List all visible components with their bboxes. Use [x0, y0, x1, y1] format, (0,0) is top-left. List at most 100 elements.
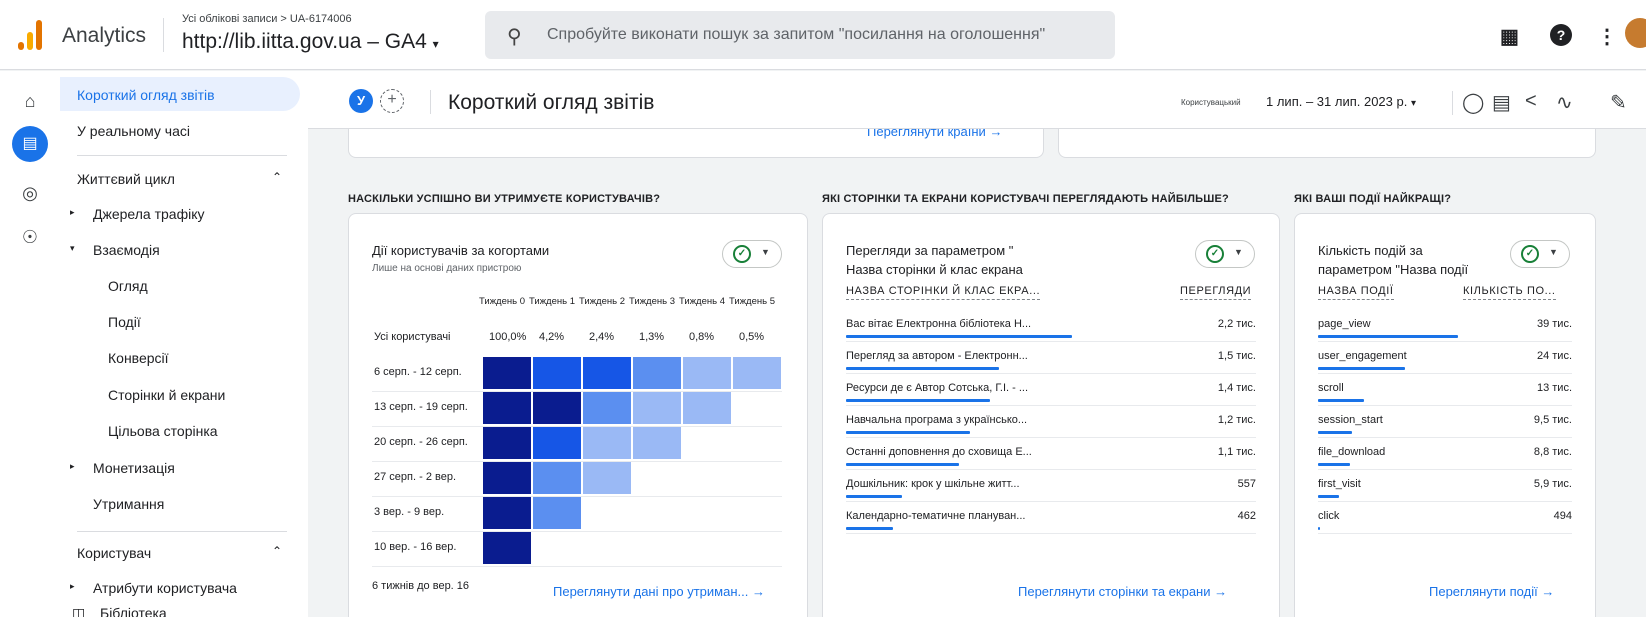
- cohort-cell[interactable]: [633, 392, 681, 424]
- row-share-bar: [846, 527, 894, 530]
- cohort-cell[interactable]: [483, 357, 531, 389]
- sidebar-item-landing-page[interactable]: Цільова сторінка: [108, 423, 218, 439]
- cohort-cell[interactable]: [533, 427, 581, 459]
- table-row[interactable]: Перегляд за автором - Електронн... 1,5 ти…: [846, 342, 1256, 374]
- account-breadcrumb[interactable]: Усі облікові записи > UA-6174006: [182, 13, 352, 25]
- expand-arrow-icon[interactable]: ▸: [70, 581, 75, 592]
- cohort-cell[interactable]: [533, 497, 581, 529]
- chevron-up-icon[interactable]: ⌃: [272, 544, 282, 558]
- row-value: 1,4 тис.: [1217, 382, 1256, 394]
- cohort-cell[interactable]: [483, 427, 531, 459]
- sidebar-item-library[interactable]: Бібліотека: [100, 605, 167, 617]
- advertising-icon[interactable]: ☉: [16, 223, 44, 251]
- search-bar[interactable]: ⚲ Спробуйте виконати пошук за запитом "п…: [485, 11, 1115, 59]
- cohort-card-title: Дії користувачів за когортами: [372, 243, 550, 258]
- chevron-up-icon[interactable]: ⌃: [272, 170, 282, 184]
- cohort-cell[interactable]: [583, 392, 631, 424]
- customize-report-icon[interactable]: ▤: [1492, 90, 1511, 115]
- home-icon[interactable]: ⌂: [16, 87, 44, 115]
- table-row[interactable]: Вас вітає Електронна бібліотека Н... 2,2 …: [846, 310, 1256, 342]
- pages-col-name[interactable]: НАЗВА СТОРІНКИ Й КЛАС ЕКРА...: [846, 285, 1041, 300]
- avatar[interactable]: [1625, 18, 1646, 48]
- cohort-cell[interactable]: [533, 357, 581, 389]
- edit-pencil-icon[interactable]: ✎: [1610, 90, 1627, 115]
- table-row[interactable]: session_start 9,5 тис.: [1318, 406, 1572, 438]
- row-label: Навчальна програма з українсько...: [846, 414, 1028, 426]
- pages-col-views[interactable]: ПЕРЕГЛЯДИ: [1180, 285, 1252, 300]
- collapse-arrow-icon[interactable]: ▾: [70, 243, 75, 254]
- property-selector[interactable]: http://lib.iitta.gov.ua – GA4 ▾: [182, 30, 439, 54]
- table-row[interactable]: Дошкільник: крок у шкільне житт... 557: [846, 470, 1256, 502]
- cohort-cell[interactable]: [583, 462, 631, 494]
- table-row[interactable]: Навчальна програма з українсько... 1,2 ти…: [846, 406, 1256, 438]
- comparison-chip[interactable]: У: [349, 89, 373, 113]
- cohort-cell[interactable]: [483, 497, 531, 529]
- insights-trend-icon[interactable]: ∿: [1556, 90, 1573, 115]
- table-row[interactable]: Останні доповнення до сховища Е... 1,1 ти…: [846, 438, 1256, 470]
- expand-arrow-icon[interactable]: ▸: [70, 207, 75, 218]
- sidebar-item-events[interactable]: Події: [108, 314, 141, 330]
- help-icon[interactable]: ?: [1550, 24, 1572, 46]
- cohort-cell[interactable]: [533, 462, 581, 494]
- table-row[interactable]: scroll 13 тис.: [1318, 374, 1572, 406]
- cohort-cell[interactable]: [483, 392, 531, 424]
- sidebar-item-pages-screens[interactable]: Сторінки й екрани: [108, 387, 225, 403]
- table-row[interactable]: user_engagement 24 тис.: [1318, 342, 1572, 374]
- sidebar-item-user[interactable]: Користувач: [77, 545, 151, 561]
- sidebar-item-retention[interactable]: Утримання: [93, 496, 164, 512]
- more-vert-icon[interactable]: ⋮: [1597, 24, 1617, 49]
- data-quality-dropdown[interactable]: ✓ ▼: [722, 240, 782, 268]
- row-share-bar: [1318, 463, 1351, 466]
- sidebar-item-user-attributes[interactable]: Атрибути користувача: [93, 580, 237, 596]
- cohort-cell[interactable]: [483, 462, 531, 494]
- caret-down-icon: ▼: [761, 247, 770, 257]
- row-share-bar: [846, 431, 971, 434]
- cohort-cell[interactable]: [533, 392, 581, 424]
- table-row[interactable]: Календарно-тематичне плануван... 462: [846, 502, 1256, 534]
- sidebar-item-lifecycle[interactable]: Життєвий цикл: [77, 171, 175, 187]
- sidebar-item-overview[interactable]: Огляд: [108, 278, 148, 294]
- view-pages-link[interactable]: Переглянути сторінки та екрани →: [1018, 584, 1227, 599]
- cohort-cell[interactable]: [683, 392, 731, 424]
- sidebar-item-realtime[interactable]: У реальному часі: [77, 123, 190, 139]
- apps-grid-icon[interactable]: ▦: [1500, 24, 1519, 49]
- table-row[interactable]: click 494: [1318, 502, 1572, 534]
- share-icon[interactable]: <: [1525, 90, 1537, 113]
- cohort-row-label: 10 вер. - 16 вер.: [374, 541, 457, 553]
- data-quality-dropdown[interactable]: ✓ ▼: [1195, 240, 1255, 268]
- row-label: Вас вітає Електронна бібліотека Н...: [846, 318, 1032, 330]
- row-label: Ресурси де є Автор Сотська, Г.І. - ...: [846, 382, 1029, 394]
- sidebar: [60, 71, 308, 617]
- reports-icon[interactable]: ▤: [12, 126, 48, 162]
- cohort-cell[interactable]: [633, 357, 681, 389]
- section-title-events: ЯКІ ВАШІ ПОДІЇ НАЙКРАЩІ?: [1294, 193, 1452, 205]
- view-events-link[interactable]: Переглянути події →: [1429, 584, 1554, 599]
- events-col-count[interactable]: КІЛЬКІСТЬ ПО...: [1463, 285, 1556, 300]
- sidebar-item-engagement[interactable]: Взаємодія: [93, 242, 160, 258]
- cohort-cell[interactable]: [583, 427, 631, 459]
- table-row[interactable]: Ресурси де є Автор Сотська, Г.І. - ... 1,…: [846, 374, 1256, 406]
- cohort-all-users-pct: 0,5%: [739, 331, 765, 343]
- cohort-cell[interactable]: [733, 357, 781, 389]
- sidebar-item-traffic[interactable]: Джерела трафіку: [93, 206, 204, 222]
- cohort-cell[interactable]: [483, 532, 531, 564]
- add-comparison-icon[interactable]: +: [380, 89, 404, 113]
- view-retention-link[interactable]: Переглянути дані про утриман... →: [553, 584, 765, 599]
- table-row[interactable]: page_view 39 тис.: [1318, 310, 1572, 342]
- cohort-cell[interactable]: [683, 357, 731, 389]
- insights-lightbulb-icon[interactable]: ◯: [1462, 90, 1484, 115]
- data-quality-dropdown[interactable]: ✓ ▼: [1510, 240, 1570, 268]
- explore-icon[interactable]: ◎: [16, 179, 44, 207]
- cohort-cell[interactable]: [633, 427, 681, 459]
- sidebar-item-conversions[interactable]: Конверсії: [108, 350, 169, 366]
- expand-arrow-icon[interactable]: ▸: [70, 461, 75, 472]
- date-range-picker[interactable]: 1 лип. – 31 лип. 2023 р. ▾: [1266, 94, 1416, 109]
- table-row[interactable]: first_visit 5,9 тис.: [1318, 470, 1572, 502]
- table-row[interactable]: file_download 8,8 тис.: [1318, 438, 1572, 470]
- sidebar-item-reports-snapshot[interactable]: Короткий огляд звітів: [77, 87, 215, 103]
- row-share-bar: [1318, 399, 1365, 402]
- sidebar-item-monetization[interactable]: Монетизація: [93, 460, 175, 476]
- analytics-logo[interactable]: [18, 20, 44, 50]
- events-col-name[interactable]: НАЗВА ПОДІЇ: [1318, 285, 1394, 300]
- cohort-cell[interactable]: [583, 357, 631, 389]
